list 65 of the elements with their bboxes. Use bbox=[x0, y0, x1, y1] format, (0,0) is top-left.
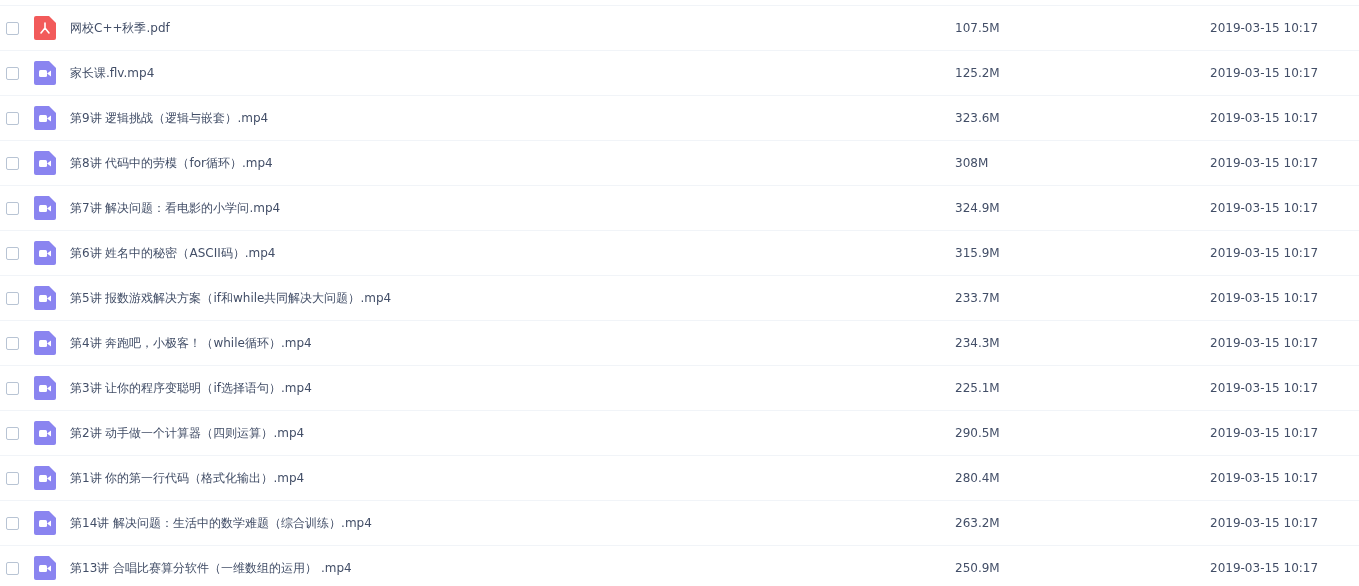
modified-date: 2019-03-15 10:17 bbox=[1210, 290, 1319, 307]
video-file-icon bbox=[34, 196, 56, 220]
file-size: 324.9M bbox=[955, 200, 1001, 217]
checkbox[interactable] bbox=[6, 336, 19, 350]
modified-date: 2019-03-15 10:17 bbox=[1210, 335, 1319, 352]
file-name[interactable]: 网校C++秋季.pdf bbox=[70, 19, 890, 37]
file-size: 250.9M bbox=[955, 560, 1001, 577]
checkbox[interactable] bbox=[6, 156, 19, 170]
checkbox[interactable] bbox=[6, 246, 19, 260]
video-file-icon bbox=[34, 241, 56, 265]
checkbox[interactable] bbox=[6, 201, 19, 215]
checkbox[interactable] bbox=[6, 471, 19, 485]
file-size: 280.4M bbox=[955, 470, 1001, 487]
video-file-icon bbox=[34, 421, 56, 445]
modified-date: 2019-03-15 10:17 bbox=[1210, 425, 1319, 442]
modified-date: 2019-03-15 10:17 bbox=[1210, 560, 1319, 577]
file-name[interactable]: 第9讲 逻辑挑战（逻辑与嵌套）.mp4 bbox=[70, 109, 890, 127]
modified-date: 2019-03-15 10:17 bbox=[1210, 200, 1319, 217]
file-size: 263.2M bbox=[955, 515, 1001, 532]
checkbox[interactable] bbox=[6, 291, 19, 305]
file-name[interactable]: 第6讲 姓名中的秘密（ASCII码）.mp4 bbox=[70, 244, 890, 262]
video-file-icon bbox=[34, 106, 56, 130]
modified-date: 2019-03-15 10:17 bbox=[1210, 515, 1319, 532]
modified-date: 2019-03-15 10:17 bbox=[1210, 380, 1319, 397]
video-file-icon bbox=[34, 151, 56, 175]
checkbox[interactable] bbox=[6, 561, 19, 575]
file-name[interactable]: 家长课.flv.mp4 bbox=[70, 64, 890, 82]
checkbox[interactable] bbox=[6, 21, 19, 35]
file-name[interactable]: 第2讲 动手做一个计算器（四则运算）.mp4 bbox=[70, 424, 890, 442]
checkbox[interactable] bbox=[6, 381, 19, 395]
video-file-icon bbox=[34, 331, 56, 355]
file-name[interactable]: 第5讲 报数游戏解决方案（if和while共同解决大问题）.mp4 bbox=[70, 289, 890, 307]
file-size: 107.5M bbox=[955, 20, 1001, 37]
modified-date: 2019-03-15 10:17 bbox=[1210, 65, 1319, 82]
video-file-icon bbox=[34, 556, 56, 580]
file-name[interactable]: 第1讲 你的第一行代码（格式化输出）.mp4 bbox=[70, 469, 890, 487]
video-file-icon bbox=[34, 376, 56, 400]
file-size: 233.7M bbox=[955, 290, 1001, 307]
file-size: 308M bbox=[955, 155, 990, 172]
video-file-icon bbox=[34, 286, 56, 310]
video-file-icon bbox=[34, 511, 56, 535]
file-size: 290.5M bbox=[955, 425, 1001, 442]
checkbox[interactable] bbox=[6, 516, 19, 530]
checkbox[interactable] bbox=[6, 111, 19, 125]
file-name[interactable]: 第7讲 解决问题：看电影的小学问.mp4 bbox=[70, 199, 890, 217]
file-name[interactable]: 第13讲 合唱比赛算分软件（一维数组的运用） .mp4 bbox=[70, 559, 890, 577]
checkbox[interactable] bbox=[6, 426, 19, 440]
pdf-file-icon bbox=[34, 16, 56, 40]
file-size: 225.1M bbox=[955, 380, 1001, 397]
video-file-icon bbox=[34, 61, 56, 85]
modified-date: 2019-03-15 10:17 bbox=[1210, 155, 1319, 172]
modified-date: 2019-03-15 10:17 bbox=[1210, 20, 1319, 37]
file-size: 323.6M bbox=[955, 110, 1001, 127]
modified-date: 2019-03-15 10:17 bbox=[1210, 470, 1319, 487]
file-size: 125.2M bbox=[955, 65, 1001, 82]
checkbox[interactable] bbox=[6, 66, 19, 80]
modified-date: 2019-03-15 10:17 bbox=[1210, 110, 1319, 127]
video-file-icon bbox=[34, 466, 56, 490]
file-name[interactable]: 第8讲 代码中的劳模（for循环）.mp4 bbox=[70, 154, 890, 172]
file-size: 234.3M bbox=[955, 335, 1001, 352]
file-name[interactable]: 第3讲 让你的程序变聪明（if选择语句）.mp4 bbox=[70, 379, 890, 397]
file-name[interactable]: 第4讲 奔跑吧，小极客！（while循环）.mp4 bbox=[70, 334, 890, 352]
file-size: 315.9M bbox=[955, 245, 1001, 262]
modified-date: 2019-03-15 10:17 bbox=[1210, 245, 1319, 262]
file-name[interactable]: 第14讲 解决问题：生活中的数学难题（综合训练）.mp4 bbox=[70, 514, 890, 532]
